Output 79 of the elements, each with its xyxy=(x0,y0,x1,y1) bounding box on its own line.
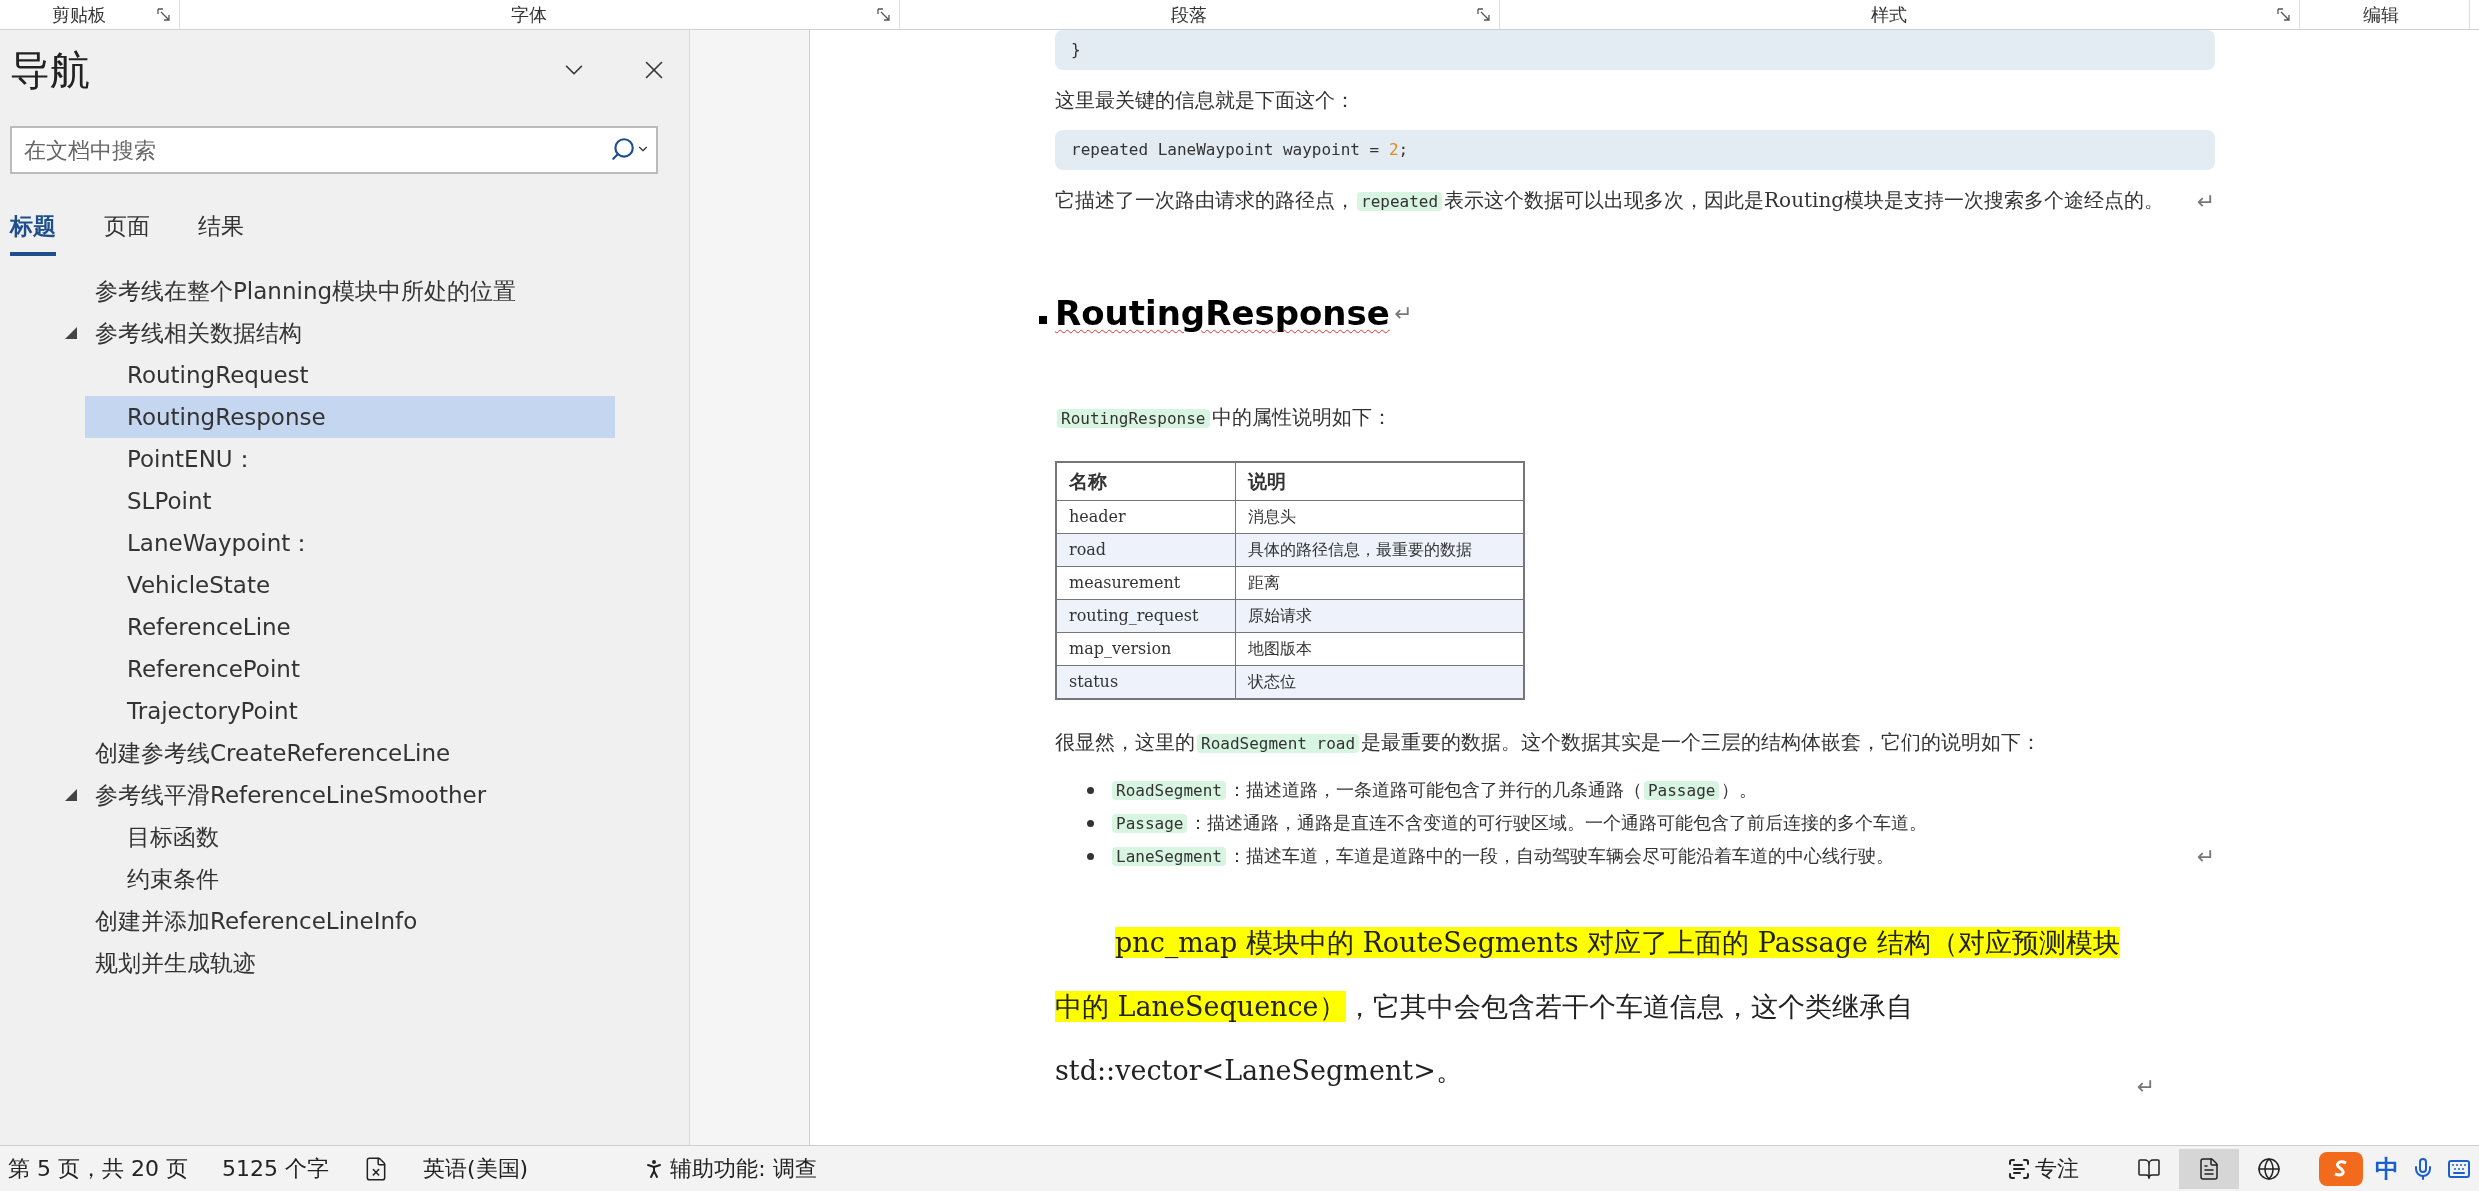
table-cell: road xyxy=(1056,533,1236,566)
heading-item[interactable]: RoutingRequest xyxy=(85,354,615,396)
ribbon-group-label: 编辑 xyxy=(2362,2,2399,27)
view-mode-button[interactable] xyxy=(2179,1148,2239,1189)
code-block: } xyxy=(1055,30,2215,70)
bullet-icon xyxy=(1087,852,1094,860)
table-header-cell: 说明 xyxy=(1235,462,1524,500)
focus-button[interactable]: 专注 xyxy=(2007,1152,2079,1185)
pane-tab[interactable]: 页面 xyxy=(104,200,150,256)
accessibility-button[interactable]: 辅助功能: 调查 xyxy=(642,1152,817,1185)
table-cell: 原始请求 xyxy=(1235,599,1524,632)
heading-item[interactable]: TrajectoryPoint xyxy=(85,690,615,732)
heading-item[interactable]: 目标函数 xyxy=(85,816,615,858)
table-cell: measurement xyxy=(1056,566,1236,599)
heading-item[interactable]: VehicleState xyxy=(85,564,615,606)
status-text[interactable]: 英语(美国) xyxy=(422,1152,529,1185)
search-icon[interactable] xyxy=(610,136,636,162)
paragraph-mark: ↵ xyxy=(2196,188,2215,216)
paragraph: RoutingResponse 中的属性说明如下： xyxy=(1055,401,2215,435)
heading-item[interactable]: 约束条件 xyxy=(85,858,615,900)
heading-item[interactable]: 创建并添加ReferenceLineInfo xyxy=(85,900,615,942)
table-cell: routing_request xyxy=(1056,599,1236,632)
dialog-launcher-icon[interactable] xyxy=(1477,7,1491,22)
table-cell: status xyxy=(1056,665,1236,699)
status-text[interactable]: 5125 个字 xyxy=(221,1152,329,1185)
heading-item[interactable]: 规划并生成轨迹 xyxy=(85,942,615,984)
section-heading: RoutingResponse xyxy=(1055,292,1390,335)
globe-icon xyxy=(2257,1156,2281,1181)
heading-item[interactable]: LaneWaypoint： xyxy=(85,522,615,564)
page-icon xyxy=(2197,1156,2221,1181)
table-cell: 距离 xyxy=(1235,566,1524,599)
bullet-icon xyxy=(1087,786,1094,794)
expand-triangle-icon[interactable] xyxy=(65,789,79,801)
paragraph-mark: ↵ xyxy=(2136,1072,2155,1101)
table-cell: header xyxy=(1056,500,1236,533)
dialog-launcher-icon[interactable] xyxy=(877,7,891,22)
paragraph: 这里最关键的信息就是下面这个： xyxy=(1055,87,1356,114)
paragraph-mark: ↵ xyxy=(2196,842,2215,871)
heading-item[interactable]: 参考线平滑ReferenceLineSmoother xyxy=(85,774,615,816)
expand-triangle-icon[interactable] xyxy=(65,327,79,339)
heading-item[interactable]: 创建参考线CreateReferenceLine xyxy=(85,732,615,774)
paragraph: 它描述了一次路由请求的路径点， repeated 表示这个数据可以出现多次，因此是Routing模块是支持一次搜索多个途经点的。 xyxy=(1055,187,2166,214)
pane-tab[interactable]: 结果 xyxy=(198,200,244,256)
table-cell: map_version xyxy=(1056,632,1236,665)
table-cell: 地图版本 xyxy=(1235,632,1524,665)
list-item-text: Passage ：描述通路，通路是直连不含变道的可行驶区域。一个通路可能包含了前后连接的多个车道。 xyxy=(1110,806,1928,840)
table-header-cell: 名称 xyxy=(1056,462,1236,500)
pane-title: 导航 xyxy=(10,46,91,95)
search-field[interactable]: 在文档中搜索 xyxy=(10,126,658,174)
heading-item[interactable]: ReferenceLine xyxy=(85,606,615,648)
heading-item[interactable]: SLPoint xyxy=(85,480,615,522)
table-cell: 消息头 xyxy=(1235,500,1524,533)
paragraph-mark: ↵ xyxy=(1393,300,1413,328)
ime-logo-icon[interactable] xyxy=(2319,1151,2363,1186)
highlighted-paragraph: pnc_map 模块中的 RouteSegments 对应了上面的 Passage 结构（对应预测模块中的 LaneSequence），它其中会包含若干个车道信息，这个类继承自 std::vector<LaneSegment>。 xyxy=(1055,925,2121,1088)
heading-item[interactable]: RoutingResponse xyxy=(85,396,615,438)
ribbon-group-label: 样式 xyxy=(1870,2,1907,27)
heading-item[interactable]: ReferencePoint xyxy=(85,648,615,690)
book-icon xyxy=(2137,1156,2161,1181)
heading-item[interactable]: PointENU： xyxy=(85,438,615,480)
table-cell: 具体的路径信息，最重要的数据 xyxy=(1235,533,1524,566)
ime-mode-text[interactable]: 中 xyxy=(2375,1150,2399,1187)
bullet-icon xyxy=(1087,819,1094,827)
status-text[interactable]: 第 5 页，共 20 页 xyxy=(8,1152,188,1185)
pane-tab[interactable]: 标题 xyxy=(10,200,56,256)
table-cell: 状态位 xyxy=(1235,665,1524,699)
heading-item[interactable]: 参考线在整个Planning模块中所处的位置 xyxy=(85,270,615,312)
heading-item[interactable]: 参考线相关数据结构 xyxy=(85,312,615,354)
list-item-text: RoadSegment ：描述道路，一条道路可能包含了并行的几条通路（ Passage ）。 xyxy=(1110,773,1758,807)
ribbon-group-label: 剪贴板 xyxy=(51,2,106,27)
code-block: repeated LaneWaypoint waypoint = 2; xyxy=(1055,130,2215,170)
dialog-launcher-icon[interactable] xyxy=(2277,7,2291,22)
dialog-launcher-icon[interactable] xyxy=(157,7,171,22)
heading-bullet-icon xyxy=(1039,315,1047,324)
list-item-text: LaneSegment ：描述车道，车道是道路中的一段，自动驾驶车辆会尽可能沿着车道的中心线行驶。 xyxy=(1110,839,1894,873)
ribbon-group-label: 字体 xyxy=(510,2,547,27)
ribbon-group-label: 段落 xyxy=(1170,2,1207,27)
focus-icon xyxy=(2007,1156,2031,1181)
paragraph: 很显然，这里的 RoadSegment road 是最重要的数据。这个数据其实是一个三层的结构体嵌套，它们的说明如下： xyxy=(1055,728,2043,756)
